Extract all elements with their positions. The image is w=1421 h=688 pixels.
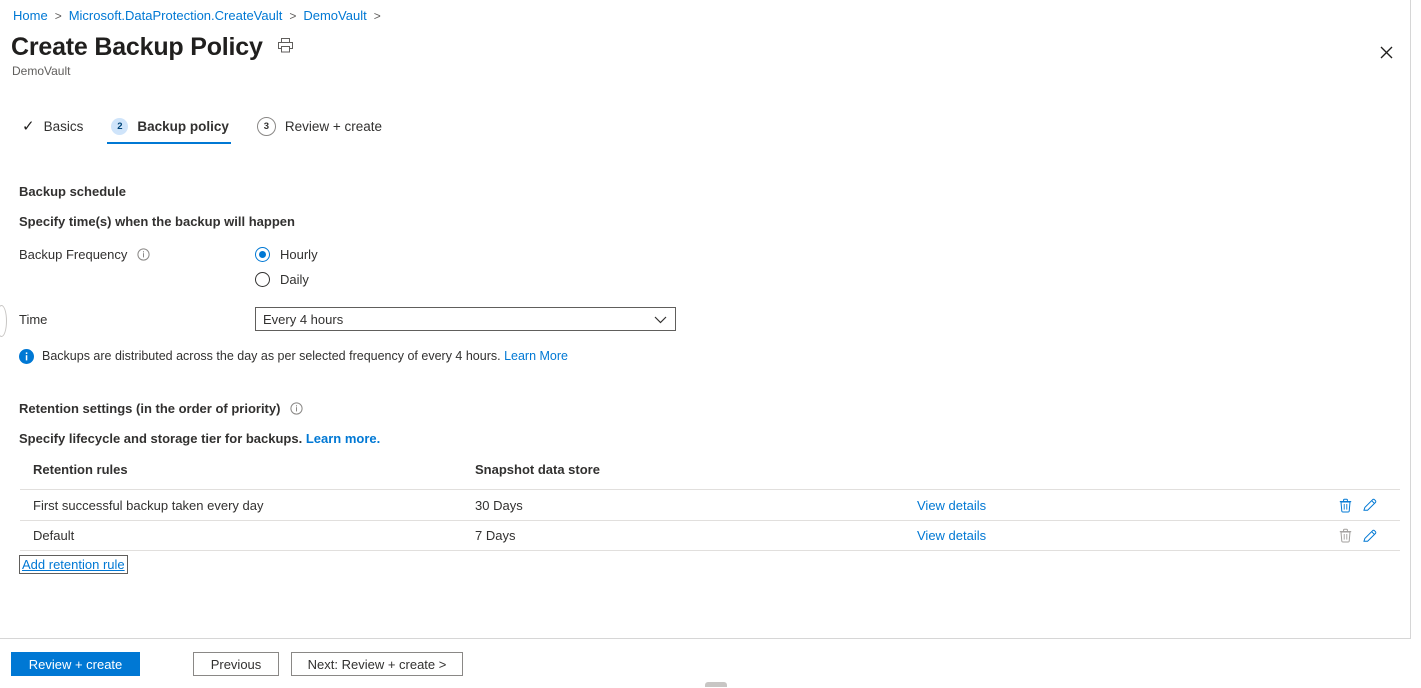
radio-hourly-icon bbox=[255, 247, 270, 262]
breadcrumb-separator-icon: > bbox=[289, 8, 297, 23]
delete-icon bbox=[1338, 528, 1353, 543]
info-banner-text: Backups are distributed across the day a… bbox=[42, 349, 569, 363]
close-icon[interactable] bbox=[1372, 38, 1400, 66]
info-circle-icon bbox=[19, 348, 34, 364]
time-select-value: Every 4 hours bbox=[263, 311, 344, 327]
tab-number-badge: 3 bbox=[256, 117, 276, 136]
tab-basics[interactable]: ✓ Basics bbox=[18, 113, 97, 143]
table-row[interactable]: Default 7 Days View details bbox=[20, 520, 1400, 551]
backup-frequency-radio-group: Hourly Daily bbox=[255, 242, 318, 292]
table-row[interactable]: First successful backup taken every day … bbox=[20, 489, 1400, 520]
table-header-row: Retention rules Snapshot data store bbox=[20, 462, 1400, 489]
breadcrumb-item-createvault[interactable]: Microsoft.DataProtection.CreateVault bbox=[69, 8, 283, 23]
create-backup-policy-blade: Home > Microsoft.DataProtection.CreateVa… bbox=[0, 0, 1411, 688]
column-header-retention-rules: Retention rules bbox=[33, 462, 128, 477]
retention-instruction: Specify lifecycle and storage tier for b… bbox=[19, 431, 381, 446]
info-icon[interactable] bbox=[137, 248, 150, 261]
review-create-button[interactable]: Review + create bbox=[11, 652, 140, 676]
previous-button[interactable]: Previous bbox=[193, 652, 279, 676]
radio-hourly-label: Hourly bbox=[280, 247, 318, 262]
time-label: Time bbox=[19, 312, 48, 327]
cell-retention-rule: First successful backup taken every day bbox=[33, 497, 264, 513]
tab-backup-policy-label: Backup policy bbox=[137, 119, 229, 134]
edit-icon[interactable] bbox=[1362, 528, 1378, 544]
info-icon[interactable] bbox=[290, 402, 303, 415]
retention-rules-table: Retention rules Snapshot data store Firs… bbox=[20, 462, 1400, 551]
add-retention-rule-link[interactable]: Add retention rule bbox=[19, 555, 128, 574]
tab-review-create-label: Review + create bbox=[284, 119, 383, 134]
backup-schedule-heading: Backup schedule bbox=[19, 184, 126, 199]
blade-resize-handle[interactable] bbox=[0, 305, 7, 337]
wizard-tabs: ✓ Basics 2 Backup policy 3 Review + crea… bbox=[18, 111, 406, 145]
breadcrumb: Home > Microsoft.DataProtection.CreateVa… bbox=[13, 8, 381, 23]
page-subtitle: DemoVault bbox=[12, 64, 71, 78]
info-banner: Backups are distributed across the day a… bbox=[19, 348, 568, 364]
check-icon: ✓ bbox=[22, 118, 35, 135]
tab-basics-label: Basics bbox=[43, 119, 84, 134]
retention-settings-heading: Retention settings (in the order of prio… bbox=[19, 401, 303, 416]
cell-snapshot-data-store: 7 Days bbox=[475, 528, 516, 543]
row-actions bbox=[1338, 497, 1400, 513]
row-actions bbox=[1338, 528, 1400, 544]
view-details-link[interactable]: View details bbox=[917, 528, 986, 543]
breadcrumb-separator-icon: > bbox=[54, 8, 62, 23]
radio-daily-label: Daily bbox=[280, 272, 309, 287]
bottom-resize-grip[interactable] bbox=[705, 682, 727, 687]
schedule-instruction: Specify time(s) when the backup will hap… bbox=[19, 214, 295, 229]
title-row: Create Backup Policy bbox=[11, 33, 294, 62]
cell-retention-rule: Default bbox=[33, 528, 75, 543]
view-details-link[interactable]: View details bbox=[917, 498, 986, 513]
delete-icon[interactable] bbox=[1338, 498, 1353, 513]
time-select[interactable]: Every 4 hours bbox=[255, 307, 676, 331]
next-review-create-button[interactable]: Next: Review + create > bbox=[291, 652, 463, 676]
edit-icon[interactable] bbox=[1362, 497, 1378, 513]
breadcrumb-item-demovault[interactable]: DemoVault bbox=[303, 8, 366, 23]
column-header-snapshot-data-store: Snapshot data store bbox=[475, 462, 600, 477]
page-title: Create Backup Policy bbox=[11, 33, 263, 61]
radio-daily-icon bbox=[255, 272, 270, 287]
radio-option-daily[interactable]: Daily bbox=[255, 267, 318, 292]
breadcrumb-separator-icon: > bbox=[373, 8, 381, 23]
tab-review-create[interactable]: 3 Review + create bbox=[253, 111, 396, 145]
learn-more-link[interactable]: Learn More bbox=[504, 349, 568, 363]
cell-snapshot-data-store: 30 Days bbox=[475, 497, 523, 513]
tab-number-badge: 2 bbox=[111, 118, 129, 135]
backup-frequency-label: Backup Frequency bbox=[19, 247, 150, 262]
radio-option-hourly[interactable]: Hourly bbox=[255, 242, 318, 267]
printer-icon[interactable] bbox=[277, 37, 294, 59]
breadcrumb-item-home[interactable]: Home bbox=[13, 8, 48, 23]
chevron-down-icon bbox=[654, 312, 667, 327]
tab-backup-policy[interactable]: 2 Backup policy bbox=[107, 112, 243, 144]
retention-learn-more-link[interactable]: Learn more. bbox=[306, 431, 380, 446]
wizard-footer: Review + create Previous Next: Review + … bbox=[0, 638, 1411, 688]
